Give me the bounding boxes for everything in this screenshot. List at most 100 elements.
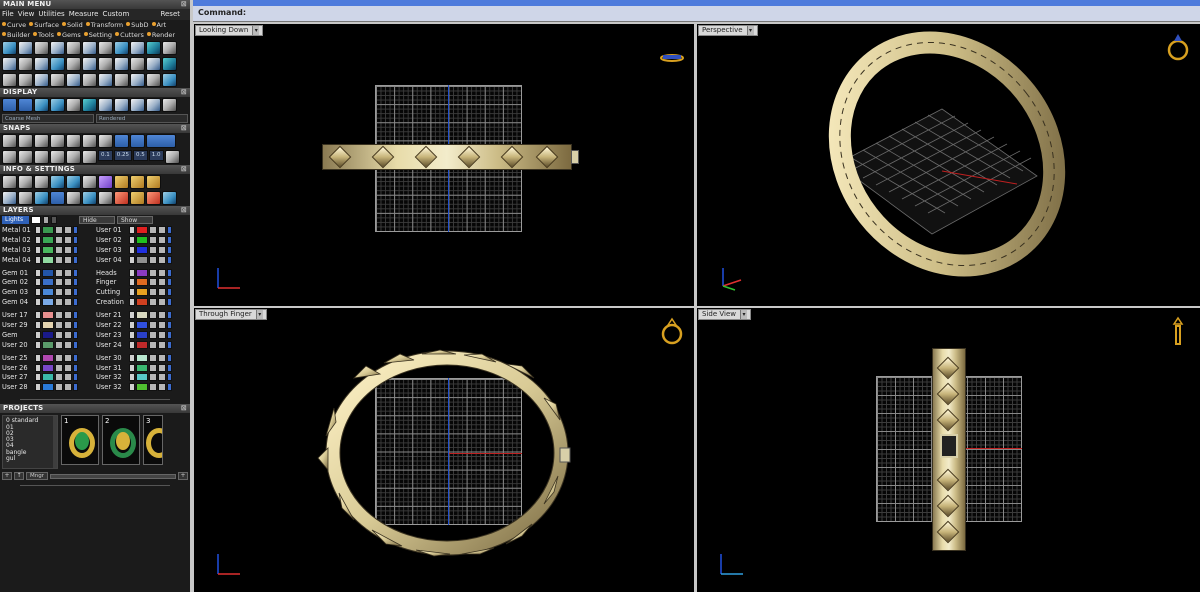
snap-step-0-1[interactable]: 0.1 (98, 150, 113, 161)
layer-visible-icon[interactable] (158, 225, 166, 234)
project-item[interactable]: gul (6, 455, 54, 462)
layer-lock-icon[interactable] (55, 383, 63, 392)
snap-lock-icon[interactable] (146, 134, 176, 148)
layer-lock-icon[interactable] (149, 298, 157, 307)
layer-color-swatch[interactable] (42, 235, 54, 244)
layer-active-toggle[interactable] (73, 225, 78, 234)
mesh-select[interactable]: Coarse Mesh (2, 114, 94, 123)
layer-active-toggle[interactable] (73, 353, 78, 362)
layer-row[interactable]: User 32 (96, 372, 188, 382)
layer-visible-icon[interactable] (158, 373, 166, 382)
layer-visible-icon[interactable] (158, 245, 166, 254)
chain-icon[interactable] (98, 191, 113, 205)
layer-expand-icon[interactable] (35, 311, 41, 320)
layer-row[interactable]: User 29 (2, 320, 94, 330)
layer-color-swatch[interactable] (42, 288, 54, 297)
plugin-3-icon[interactable] (146, 175, 161, 189)
layer-visible-icon[interactable] (158, 268, 166, 277)
menu-file[interactable]: File (2, 9, 14, 20)
gear-tool-icon[interactable] (34, 41, 49, 55)
layer-visible-icon[interactable] (158, 298, 166, 307)
boolean-tool-icon[interactable] (130, 57, 145, 71)
scale-tool-icon[interactable] (18, 57, 33, 71)
collapse-icon[interactable]: ⊠ (181, 124, 187, 133)
layer-visible-icon[interactable] (64, 311, 72, 320)
layer-row[interactable]: Gem 02 (2, 277, 94, 287)
layer-row[interactable]: User 03 (96, 245, 188, 255)
snap-perp-icon[interactable] (50, 150, 65, 164)
rendered-view-icon[interactable] (34, 98, 49, 112)
cube-info-icon[interactable] (34, 191, 49, 205)
cube-tool-icon[interactable] (50, 41, 65, 55)
volume-icon[interactable] (50, 175, 65, 189)
cat-gems[interactable]: Gems (57, 30, 81, 40)
layer-visible-icon[interactable] (64, 235, 72, 244)
layer-expand-icon[interactable] (35, 225, 41, 234)
snap-point-icon[interactable] (50, 134, 65, 148)
layer-expand-icon[interactable] (129, 373, 135, 382)
layer-active-toggle[interactable] (167, 268, 172, 277)
layer-active-toggle[interactable] (167, 245, 172, 254)
layer-visible-icon[interactable] (64, 330, 72, 339)
plugin-4-icon[interactable] (114, 191, 129, 205)
snap-cross-icon[interactable] (34, 134, 49, 148)
search-icon[interactable] (18, 175, 33, 189)
layer-visible-icon[interactable] (64, 245, 72, 254)
layer-row[interactable]: Finger (96, 277, 188, 287)
layer-row[interactable]: Metal 04 (2, 255, 94, 265)
hide-button[interactable]: Hide (79, 216, 115, 224)
layer-expand-icon[interactable] (129, 363, 135, 372)
layer-active-toggle[interactable] (73, 311, 78, 320)
layer-color-swatch[interactable] (42, 278, 54, 287)
layer-color-swatch[interactable] (136, 311, 148, 320)
cat-transform[interactable]: Transform (85, 20, 123, 30)
layer-expand-icon[interactable] (35, 373, 41, 382)
join-tool-icon[interactable] (98, 73, 113, 87)
layer-lock-icon[interactable] (55, 353, 63, 362)
layer-color-swatch[interactable] (136, 255, 148, 264)
layer-active-toggle[interactable] (73, 245, 78, 254)
layer-lock-icon[interactable] (149, 311, 157, 320)
layer-active-toggle[interactable] (167, 383, 172, 392)
layer-expand-icon[interactable] (129, 278, 135, 287)
layer-visible-icon[interactable] (158, 363, 166, 372)
layer-expand-icon[interactable] (35, 330, 41, 339)
layer-expand-icon[interactable] (35, 320, 41, 329)
cat-curve[interactable]: Curve (2, 20, 26, 30)
layer-expand-icon[interactable] (129, 245, 135, 254)
layer-color-swatch[interactable] (42, 245, 54, 254)
layer-row[interactable]: User 31 (96, 363, 188, 373)
up-project-icon[interactable]: ↑ (14, 472, 24, 481)
box-info-icon[interactable] (82, 191, 97, 205)
plane-tool-icon[interactable] (98, 41, 113, 55)
layer-color-swatch[interactable] (136, 245, 148, 254)
layer-active-toggle[interactable] (73, 320, 78, 329)
chevron-down-icon[interactable]: ▾ (252, 26, 260, 35)
settings-gear-icon[interactable] (2, 175, 17, 189)
layer-expand-icon[interactable] (35, 255, 41, 264)
cat-cutters[interactable]: Cutters (115, 30, 144, 40)
layer-visible-icon[interactable] (64, 288, 72, 297)
layer-expand-icon[interactable] (129, 353, 135, 362)
layer-expand-icon[interactable] (129, 298, 135, 307)
layer-color-swatch[interactable] (136, 330, 148, 339)
layer-row[interactable]: User 28 (2, 382, 94, 392)
layer-lock-icon[interactable] (55, 255, 63, 264)
layer-visible-icon[interactable] (64, 278, 72, 287)
twist-tool-icon[interactable] (82, 57, 97, 71)
fillet-tool-icon[interactable] (50, 73, 65, 87)
layer-active-toggle[interactable] (167, 298, 172, 307)
layer-active-toggle[interactable] (73, 278, 78, 287)
gem-info-icon[interactable] (98, 175, 113, 189)
layer-visible-icon[interactable] (158, 278, 166, 287)
layer-expand-icon[interactable] (129, 268, 135, 277)
snap-angle-icon[interactable] (130, 134, 145, 148)
layer-row[interactable]: Gem 01 (2, 268, 94, 278)
layer-color-swatch[interactable] (42, 383, 54, 392)
viewport-looking-down[interactable]: Looking Down ▾ (194, 24, 694, 306)
layer-expand-icon[interactable] (35, 288, 41, 297)
projects-scrollbar[interactable] (53, 416, 57, 469)
layer-color-swatch[interactable] (42, 225, 54, 234)
snap-add-icon[interactable] (164, 150, 180, 164)
gem-tool-icon[interactable] (146, 41, 161, 55)
